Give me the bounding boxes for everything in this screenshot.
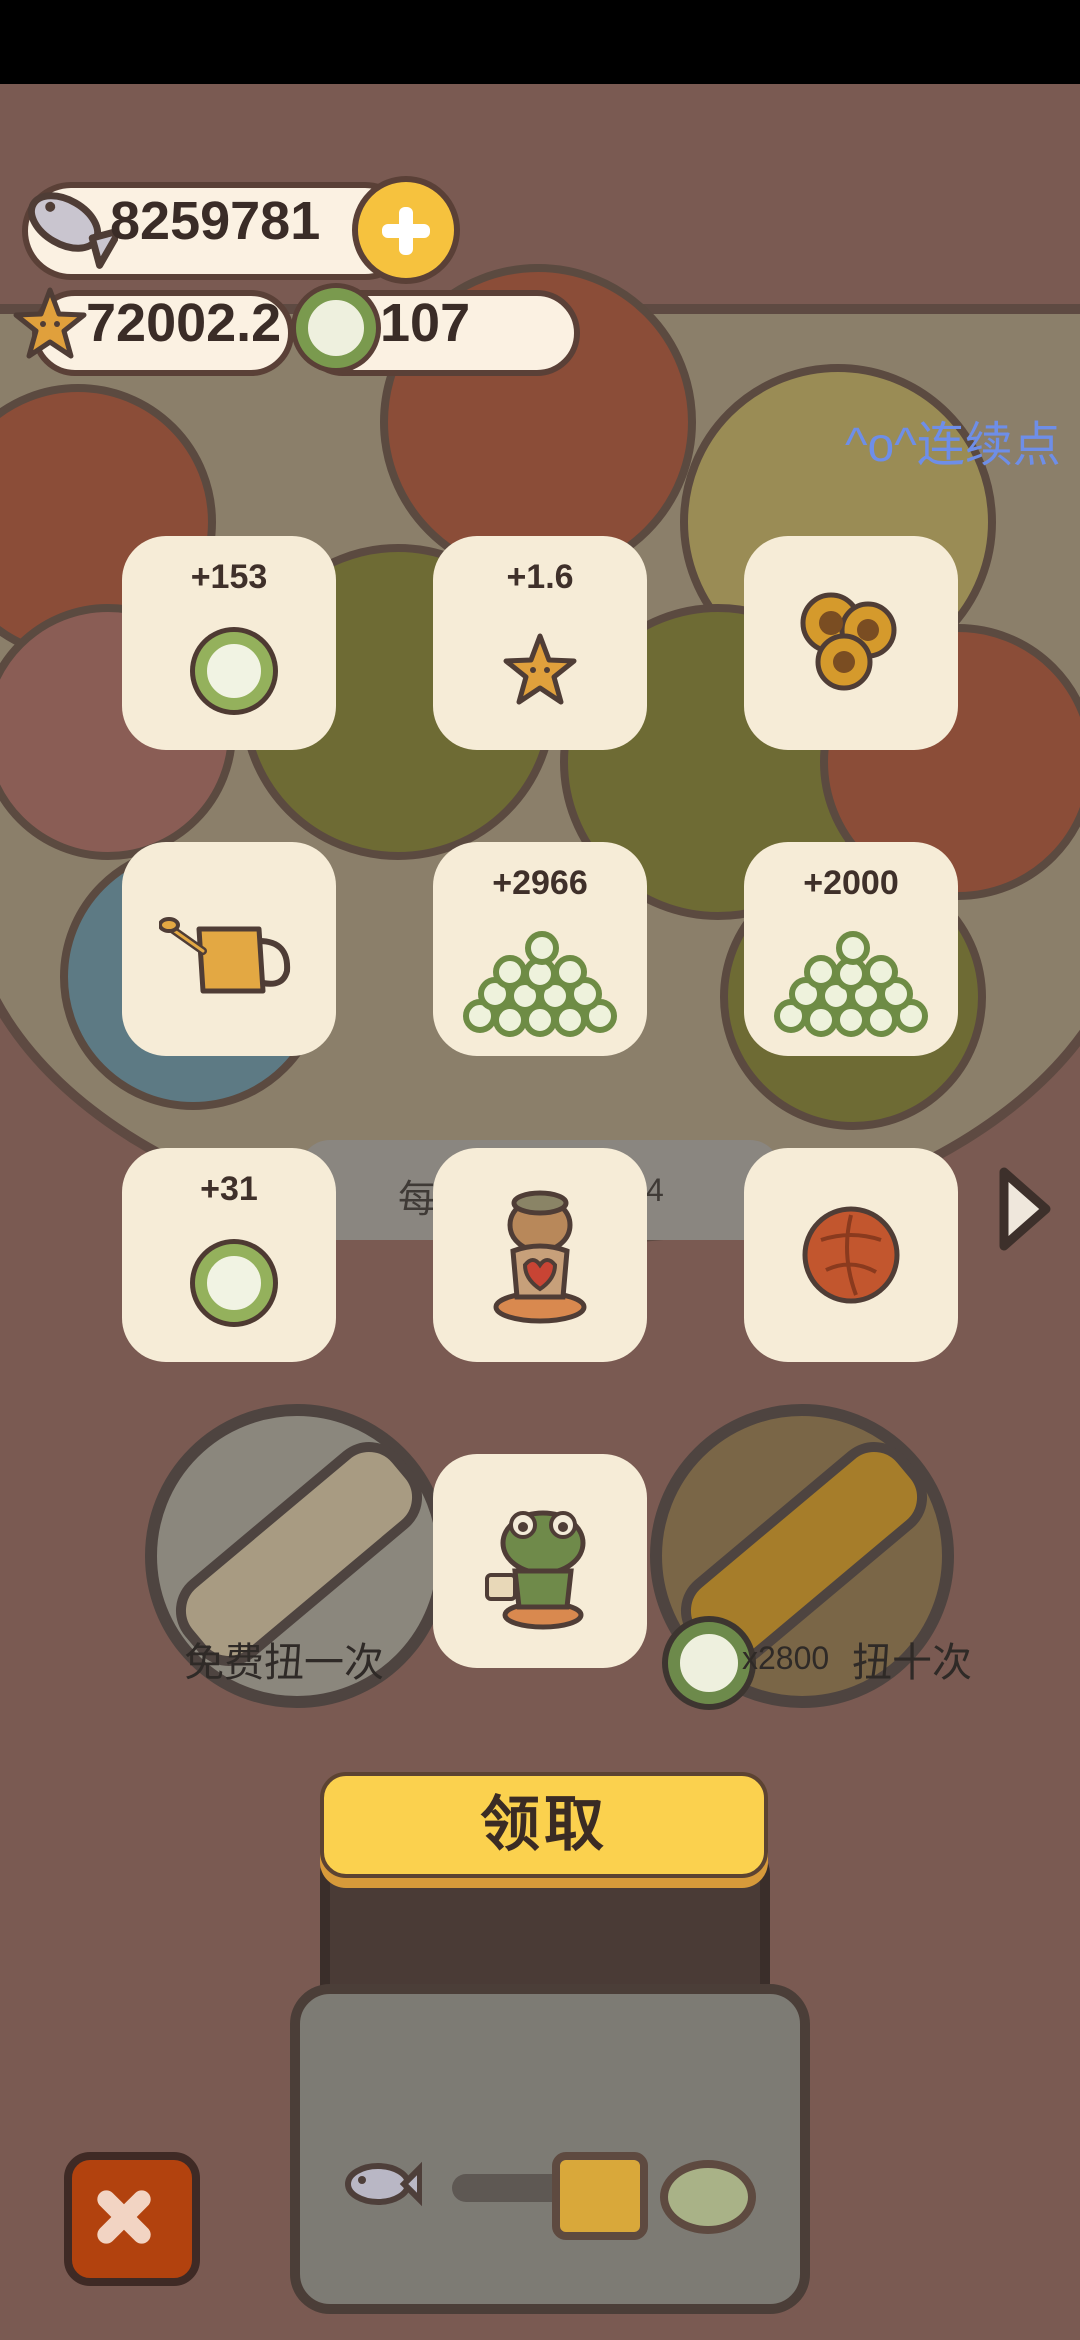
coin-icon [660, 2160, 756, 2234]
reward-amount: +153 [190, 558, 268, 596]
reward-card: +153 [122, 536, 336, 750]
reward-amount: +2966 [492, 864, 588, 902]
reward-card [433, 1148, 647, 1362]
coin-pile-icon [463, 931, 617, 1037]
reward-card: +2000 [744, 842, 958, 1056]
star-count: 72002.2 [86, 293, 282, 353]
reward-card [744, 1148, 958, 1362]
coin-icon [668, 1622, 750, 1704]
machine-base [290, 1984, 810, 2314]
reward-amount: +31 [200, 1170, 258, 1208]
reward-card [744, 536, 958, 750]
currency-slider-knob[interactable] [552, 2152, 648, 2240]
ten-spin-label[interactable]: 扭十次 [852, 1630, 972, 1688]
claim-button[interactable]: 领取 [320, 1772, 768, 1878]
star-icon [503, 633, 577, 705]
marquee-text: ^o^连续点 [845, 419, 1061, 472]
coin-count: 107 [380, 293, 471, 353]
fish-icon [345, 2161, 422, 2207]
dog-figurine-icon [493, 1190, 587, 1324]
close-button[interactable] [64, 2152, 200, 2286]
yarn-ball-icon [802, 1206, 900, 1304]
star-icon [13, 287, 87, 359]
reward-card [433, 1454, 647, 1668]
reward-card: +1.6 [433, 536, 647, 750]
reward-card: +2966 [433, 842, 647, 1056]
reward-card: +31 [122, 1148, 336, 1362]
fish-icon [27, 192, 118, 269]
reward-amount: +1.6 [506, 558, 574, 596]
reward-card [122, 842, 336, 1056]
sunflower-icon [800, 592, 897, 691]
free-spin-label[interactable]: 免费扭一次 [184, 1630, 384, 1688]
coin-pile-icon [774, 931, 928, 1037]
add-currency-button[interactable] [352, 176, 460, 284]
coin-icon [195, 1244, 273, 1322]
status-bar [0, 0, 1080, 84]
reward-amount: +2000 [803, 864, 899, 902]
ten-spin-cost: x2800 [742, 1640, 830, 1676]
coin-icon [195, 632, 273, 710]
info-panel-text: 每 [398, 1179, 437, 1221]
fish-count: 8259781 [110, 191, 321, 251]
coin-icon [296, 288, 376, 368]
frog-figurine-icon [485, 1510, 586, 1630]
watering-can-icon [159, 917, 291, 994]
info-panel-number: 4 [646, 1172, 664, 1208]
next-arrow-icon[interactable] [994, 1164, 1054, 1254]
